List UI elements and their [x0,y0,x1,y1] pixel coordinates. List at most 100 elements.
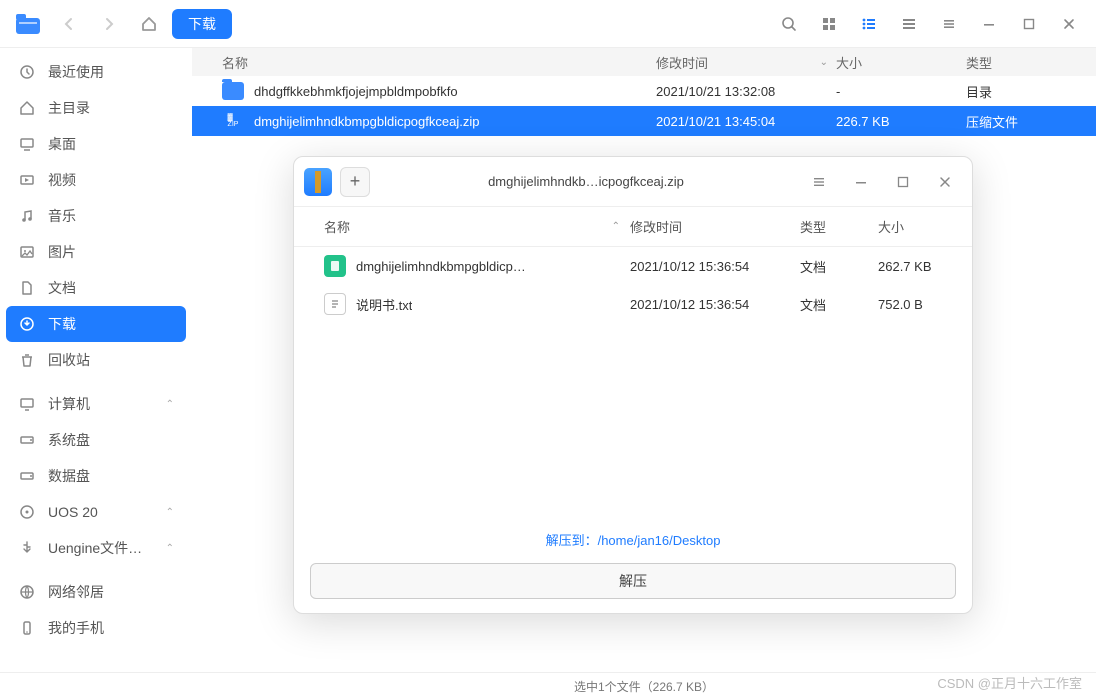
archive-row[interactable]: 说明书.txt 2021/10/12 15:36:54 文档 752.0 B [294,285,972,323]
sidebar-item-uengine[interactable]: Uengine文件…⌃ [0,530,192,566]
archive-file-mtime: 2021/10/12 15:36:54 [630,297,800,312]
toolbar: 下载 [0,0,1096,48]
extract-button[interactable]: 解压 [310,563,956,599]
archive-menu-button[interactable] [802,167,836,197]
home-button[interactable] [132,9,166,39]
list-header: 名称 修改时间⌄ 大小 类型 [192,48,1096,76]
path-crumb-downloads[interactable]: 下载 [172,9,232,39]
chevron-up-icon: ⌃ [166,399,174,410]
sidebar-item-documents[interactable]: 文档 [0,270,192,306]
archive-list-body: dmghijelimhndkbmpgbldicp… 2021/10/12 15:… [294,247,972,520]
watermark: CSDN @正月十六工作室 [937,673,1082,692]
desktop-icon [18,136,36,152]
clock-icon [18,64,36,80]
sidebar-item-label: 音乐 [48,206,76,226]
archive-file-mtime: 2021/10/12 15:36:54 [630,259,800,274]
col-name-header[interactable]: 名称 [202,53,656,72]
sidebar-item-label: 文档 [48,278,76,298]
sidebar: 最近使用 主目录 桌面 视频 音乐 图片 文档 下载 回收站 计算机⌃ 系统盘 … [0,48,192,672]
sort-desc-icon: ⌄ [820,57,828,68]
sidebar-item-pictures[interactable]: 图片 [0,234,192,270]
sidebar-item-recent[interactable]: 最近使用 [0,54,192,90]
sidebar-item-data-disk[interactable]: 数据盘 [0,458,192,494]
sidebar-item-label: 桌面 [48,134,76,154]
image-icon [18,244,36,260]
text-file-icon [324,293,346,315]
window-close-button[interactable] [1052,9,1086,39]
sidebar-item-label: 视频 [48,170,76,190]
sidebar-item-label: 计算机 [48,394,90,414]
sidebar-item-home[interactable]: 主目录 [0,90,192,126]
sidebar-item-label: 下载 [48,314,76,334]
disk-icon [18,432,36,448]
video-icon [18,172,36,188]
sidebar-item-label: 系统盘 [48,430,90,450]
app-logo [10,8,46,40]
computer-icon [18,396,36,412]
file-icon [18,280,36,296]
view-compact-button[interactable] [892,9,926,39]
archive-maximize-button[interactable] [886,167,920,197]
sidebar-item-label: 图片 [48,242,76,262]
col-mtime-header[interactable]: 修改时间⌄ [656,53,836,72]
extract-path-link[interactable]: /home/jan16/Desktop [598,533,721,548]
sidebar-item-downloads[interactable]: 下载 [6,306,186,342]
col-size-header[interactable]: 大小 [836,53,966,72]
sidebar-item-music[interactable]: 音乐 [0,198,192,234]
sidebar-item-uos[interactable]: UOS 20 ⌃ [0,494,192,530]
forward-button[interactable] [92,9,126,39]
search-button[interactable] [772,9,806,39]
extract-to-label: 解压到： [546,533,598,548]
file-row[interactable]: ▓ZIPdmghijelimhndkbmpgbldicpogfkceaj.zip… [192,106,1096,136]
archive-minimize-button[interactable] [844,167,878,197]
file-name: dmghijelimhndkbmpgbldicpogfkceaj.zip [254,114,479,129]
sidebar-item-video[interactable]: 视频 [0,162,192,198]
network-icon [18,584,36,600]
chevron-up-icon: ⌃ [166,507,174,518]
sidebar-item-label: 数据盘 [48,466,90,486]
file-row[interactable]: dhdgffkkebhmkfjojejmpbldmpobfkfo 2021/10… [192,76,1096,106]
file-name: dhdgffkkebhmkfjojejmpbldmpobfkfo [254,84,458,99]
sidebar-item-phone[interactable]: 我的手机 [0,610,192,646]
sidebar-item-label: 我的手机 [48,618,104,638]
view-grid-button[interactable] [812,9,846,39]
sidebar-item-network[interactable]: 网络邻居 [0,574,192,610]
download-icon [18,316,36,332]
sidebar-item-desktop[interactable]: 桌面 [0,126,192,162]
archive-titlebar: + dmghijelimhndkb…icpogfkceaj.zip [294,157,972,207]
archive-col-name[interactable]: 名称⌃ [324,217,630,236]
sidebar-item-system-disk[interactable]: 系统盘 [0,422,192,458]
archive-row[interactable]: dmghijelimhndkbmpgbldicp… 2021/10/12 15:… [294,247,972,285]
archive-col-size[interactable]: 大小 [878,217,958,236]
sidebar-item-label: 最近使用 [48,62,104,82]
sidebar-item-label: Uengine文件… [48,538,142,558]
archive-file-name: dmghijelimhndkbmpgbldicp… [356,259,526,274]
archive-col-type[interactable]: 类型 [800,217,878,236]
home-icon [18,100,36,116]
file-size: 226.7 KB [836,114,966,129]
archive-app-icon [304,168,332,196]
archive-close-button[interactable] [928,167,962,197]
archive-window: + dmghijelimhndkb…icpogfkceaj.zip 名称⌃ 修改… [293,156,973,614]
sidebar-item-computer[interactable]: 计算机 ⌃ [0,386,192,422]
menu-button[interactable] [932,9,966,39]
add-button[interactable]: + [340,167,370,197]
window-minimize-button[interactable] [972,9,1006,39]
archive-file-size: 752.0 B [878,297,958,312]
sidebar-item-label: UOS 20 [48,504,98,520]
file-mtime: 2021/10/21 13:32:08 [656,84,836,99]
file-type: 压缩文件 [966,112,1086,131]
window-maximize-button[interactable] [1012,9,1046,39]
col-type-header[interactable]: 类型 [966,53,1086,72]
archive-file-type: 文档 [800,295,878,314]
sidebar-item-label: 主目录 [48,98,90,118]
sidebar-item-label: 网络邻居 [48,582,104,602]
archive-list-header: 名称⌃ 修改时间 类型 大小 [294,207,972,247]
archive-col-mtime[interactable]: 修改时间 [630,217,800,236]
file-mtime: 2021/10/21 13:45:04 [656,114,836,129]
sidebar-item-trash[interactable]: 回收站 [0,342,192,378]
view-list-button[interactable] [852,9,886,39]
back-button[interactable] [52,9,86,39]
file-type: 目录 [966,82,1086,101]
disk-icon [18,468,36,484]
